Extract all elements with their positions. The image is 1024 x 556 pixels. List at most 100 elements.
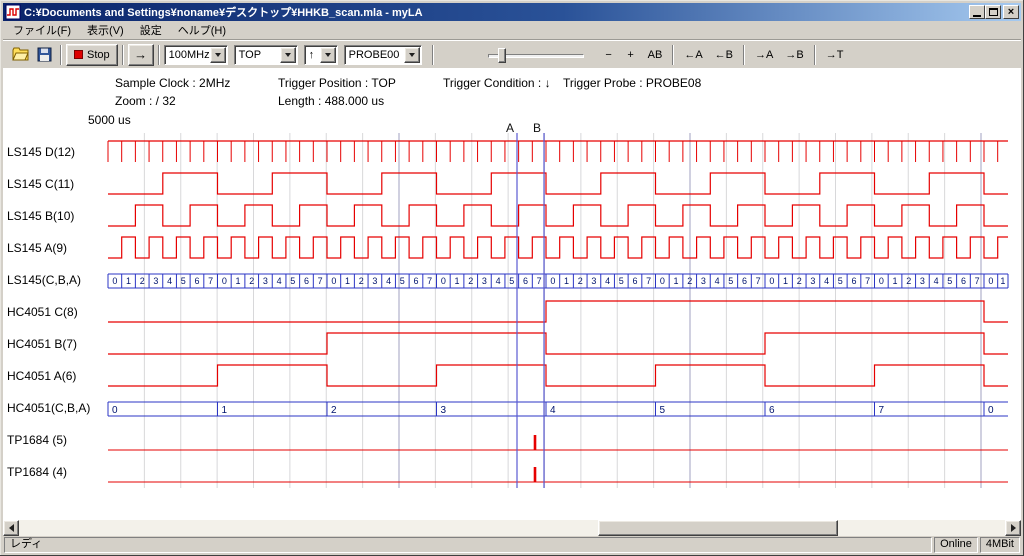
- svg-text:1: 1: [236, 276, 241, 286]
- svg-text:4: 4: [167, 276, 172, 286]
- svg-text:0: 0: [769, 276, 774, 286]
- titlebar: C:¥Documents and Settings¥noname¥デスクトップ¥…: [3, 3, 1021, 21]
- goto-cursor-b-button[interactable]: ←B: [709, 44, 739, 66]
- set-cursor-b-button[interactable]: →B: [779, 44, 809, 66]
- toolbar-separator: [814, 45, 816, 65]
- waveform-hc4051-b-7: [108, 333, 1008, 354]
- svg-text:3: 3: [153, 276, 158, 286]
- scrollbar-thumb[interactable]: [598, 520, 838, 536]
- svg-text:2: 2: [468, 276, 473, 286]
- menu-settings[interactable]: 設定: [132, 20, 170, 40]
- cursor-b-line[interactable]: B: [533, 121, 544, 488]
- svg-text:4: 4: [605, 276, 610, 286]
- stop-button[interactable]: Stop: [66, 44, 118, 66]
- chevron-down-icon: [285, 53, 291, 57]
- svg-text:3: 3: [263, 276, 268, 286]
- svg-text:1: 1: [455, 276, 460, 286]
- svg-text:6: 6: [961, 276, 966, 286]
- svg-text:2: 2: [140, 276, 145, 286]
- svg-text:0: 0: [331, 276, 336, 286]
- svg-text:2: 2: [578, 276, 583, 286]
- minimize-button[interactable]: [969, 5, 985, 19]
- trigger-edge-value: ↑: [305, 49, 320, 61]
- svg-text:5: 5: [619, 276, 624, 286]
- goto-cursor-a-button[interactable]: ←A: [678, 44, 708, 66]
- waveform-tp1684-4: [108, 467, 1008, 482]
- toolbar-separator: [672, 45, 674, 65]
- svg-text:7: 7: [427, 276, 432, 286]
- menu-view[interactable]: 表示(V): [79, 20, 132, 40]
- sample-rate-combo-arrow[interactable]: [210, 47, 226, 63]
- svg-text:0: 0: [112, 405, 118, 416]
- svg-text:2: 2: [906, 276, 911, 286]
- scroll-right-button[interactable]: [1005, 520, 1021, 536]
- stop-label: Stop: [87, 49, 110, 61]
- chevron-down-icon: [325, 53, 331, 57]
- menu-help[interactable]: ヘルプ(H): [170, 20, 234, 40]
- chevron-down-icon: [409, 53, 415, 57]
- svg-text:7: 7: [318, 276, 323, 286]
- menu-file[interactable]: ファイル(F): [5, 20, 79, 40]
- status-memory: 4MBit: [980, 537, 1020, 553]
- svg-text:5: 5: [947, 276, 952, 286]
- trigger-edge-combo[interactable]: ↑: [304, 45, 338, 65]
- toolbar-separator: [743, 45, 745, 65]
- svg-text:1: 1: [893, 276, 898, 286]
- svg-text:4: 4: [550, 405, 556, 416]
- waveform-ls145-c-11: [108, 173, 1008, 194]
- run-button[interactable]: →: [128, 44, 154, 66]
- toolbar: Stop → 100MHz TOP ↑ PROBE00 − + AB: [3, 40, 1021, 68]
- maximize-icon: [989, 8, 998, 16]
- zoom-in-button[interactable]: +: [620, 44, 642, 66]
- sample-rate-combo[interactable]: 100MHz: [164, 45, 228, 65]
- close-button[interactable]: ×: [1003, 5, 1019, 19]
- trigger-position-combo-arrow[interactable]: [280, 47, 296, 63]
- zoom-out-button[interactable]: −: [598, 44, 620, 66]
- svg-text:0: 0: [879, 276, 884, 286]
- probe-combo[interactable]: PROBE00: [344, 45, 422, 65]
- waveform-ls145-b-10: [108, 205, 1008, 226]
- svg-text:5: 5: [181, 276, 186, 286]
- svg-text:3: 3: [372, 276, 377, 286]
- svg-text:7: 7: [879, 405, 885, 416]
- arrow-left-icon: [9, 524, 14, 532]
- toolbar-separator: [158, 45, 160, 65]
- svg-text:3: 3: [482, 276, 487, 286]
- maximize-button[interactable]: [985, 5, 1001, 19]
- app-icon: [5, 4, 21, 20]
- svg-text:7: 7: [208, 276, 213, 286]
- svg-text:6: 6: [194, 276, 199, 286]
- save-file-button[interactable]: [32, 44, 56, 66]
- goto-trigger-button[interactable]: →T: [820, 44, 850, 66]
- chevron-down-icon: [215, 53, 221, 57]
- svg-text:5: 5: [728, 276, 733, 286]
- set-cursor-a-button[interactable]: →A: [749, 44, 779, 66]
- waveform-ls145-a-9: [108, 237, 1008, 258]
- ab-cursor-button[interactable]: AB: [642, 44, 669, 66]
- svg-text:1: 1: [674, 276, 679, 286]
- app-window: C:¥Documents and Settings¥noname¥デスクトップ¥…: [0, 0, 1024, 556]
- scroll-left-button[interactable]: [3, 520, 19, 536]
- horizontal-scrollbar[interactable]: [3, 520, 1021, 536]
- svg-text:6: 6: [632, 276, 637, 286]
- toolbar-separator: [432, 45, 434, 65]
- svg-text:1: 1: [1000, 276, 1005, 286]
- svg-text:4: 4: [277, 276, 282, 286]
- trigger-position-combo[interactable]: TOP: [234, 45, 298, 65]
- svg-text:7: 7: [537, 276, 542, 286]
- waveform-plot: 0123456701234567012345670123456701234567…: [0, 68, 1024, 520]
- waveform-hc4051-c-8: [108, 301, 1008, 322]
- svg-text:0: 0: [660, 276, 665, 286]
- probe-combo-arrow[interactable]: [404, 47, 420, 63]
- svg-text:2: 2: [687, 276, 692, 286]
- zoom-slider[interactable]: [486, 44, 586, 66]
- window-controls: ×: [969, 5, 1019, 19]
- status-message: レディ: [4, 537, 932, 553]
- open-file-button[interactable]: [8, 44, 32, 66]
- waveform-ls145-c-b-a: 0123456701234567012345670123456701234567…: [108, 274, 1008, 288]
- toolbar-separator: [122, 45, 124, 65]
- svg-text:0: 0: [441, 276, 446, 286]
- svg-text:3: 3: [920, 276, 925, 286]
- zoom-slider-thumb[interactable]: [498, 48, 506, 63]
- trigger-edge-combo-arrow[interactable]: [320, 47, 336, 63]
